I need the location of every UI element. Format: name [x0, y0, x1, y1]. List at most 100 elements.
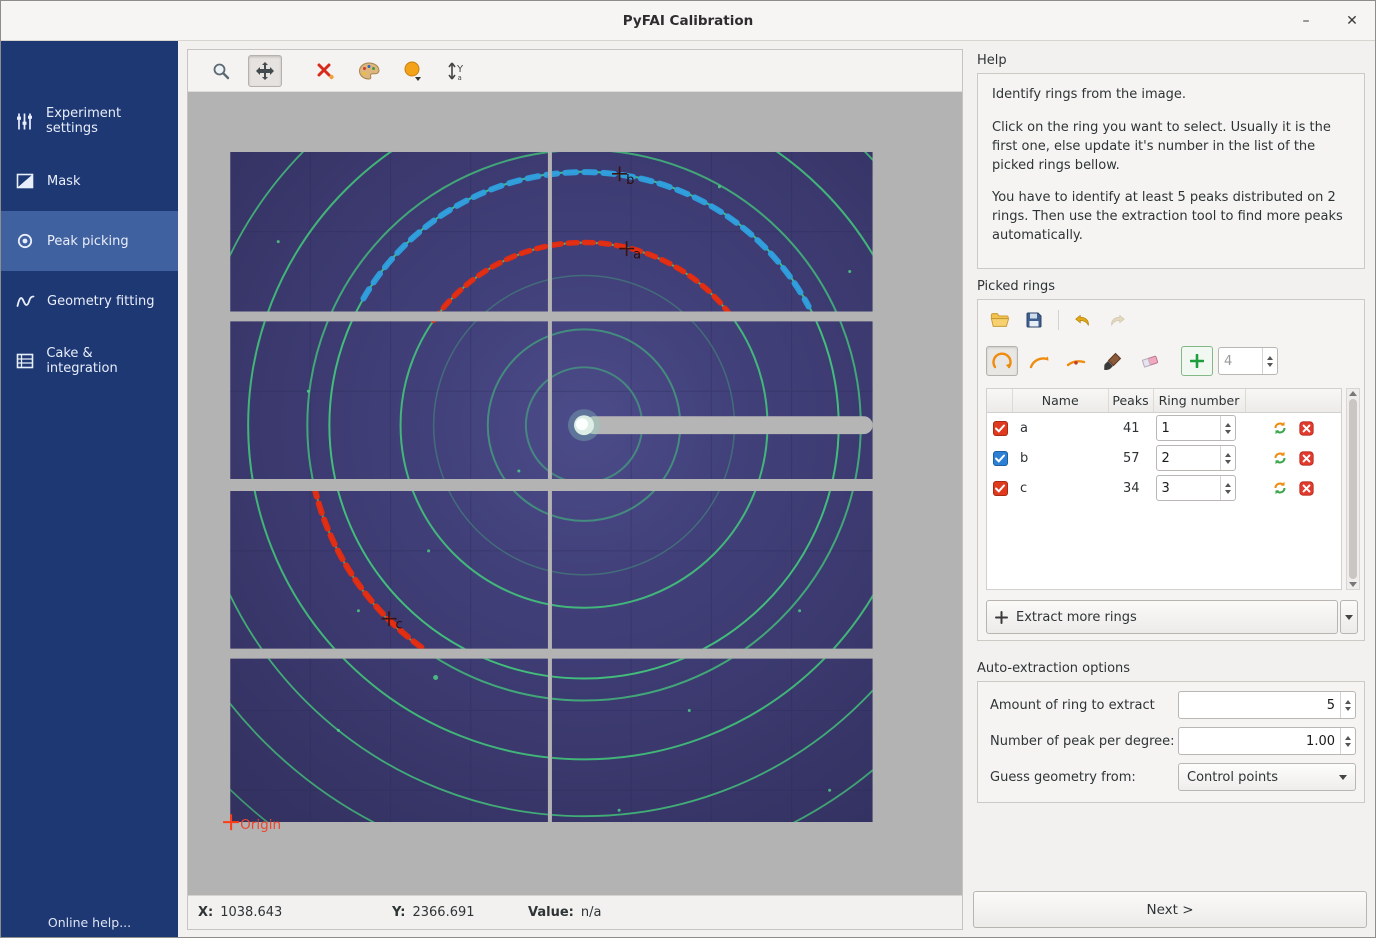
- red-cross-icon: [315, 61, 335, 81]
- recompute-ring-button[interactable]: [1270, 418, 1290, 438]
- new-ring-number-input[interactable]: [1219, 354, 1262, 369]
- y-axis-icon: Ya: [446, 60, 468, 82]
- ring-visible-checkbox[interactable]: [993, 481, 1008, 496]
- delete-ring-button[interactable]: [1297, 418, 1317, 438]
- ring-visible-checkbox[interactable]: [993, 451, 1008, 466]
- image-canvas[interactable]: a b c Origin: [188, 92, 962, 895]
- curve-icon: [15, 293, 35, 309]
- add-ring-button[interactable]: [1181, 346, 1213, 376]
- pick-arc-tool[interactable]: [1023, 346, 1055, 376]
- ring-visible-checkbox[interactable]: [993, 421, 1008, 436]
- new-ring-number-spinbox[interactable]: [1218, 347, 1278, 375]
- peaks-per-degree-input[interactable]: [1179, 734, 1340, 749]
- marker-color-button[interactable]: [396, 55, 430, 87]
- zoom-tool-button[interactable]: [204, 55, 238, 87]
- ring-number-spinbox[interactable]: [1156, 445, 1236, 471]
- auto-extraction-box: Amount of ring to extract Number of peak…: [977, 681, 1365, 803]
- help-paragraph: Identify rings from the image.: [992, 86, 1350, 105]
- pan-tool-button[interactable]: [248, 55, 282, 87]
- spin-arrows[interactable]: [1262, 348, 1277, 374]
- auto-extraction-section-title: Auto-extraction options: [977, 661, 1130, 676]
- check-icon: [994, 482, 1006, 494]
- header-peaks[interactable]: Peaks: [1109, 389, 1154, 412]
- minimize-button[interactable]: –: [1295, 10, 1317, 32]
- table-row[interactable]: c 34: [987, 473, 1341, 503]
- scrollbar-thumb[interactable]: [1349, 399, 1357, 579]
- guess-geometry-label: Guess geometry from:: [990, 770, 1136, 785]
- titlebar[interactable]: PyFAI Calibration – ✕: [1, 1, 1375, 41]
- ring-amount-spinbox[interactable]: [1178, 691, 1356, 719]
- diffraction-image[interactable]: a b c Origin: [188, 92, 962, 895]
- integration-icon: [15, 352, 34, 370]
- ring-number-input[interactable]: [1157, 481, 1220, 496]
- plus-icon: [1190, 354, 1204, 368]
- sidebar: Experiment settings Mask Peak picking Ge…: [1, 41, 178, 937]
- table-scrollbar[interactable]: [1346, 388, 1360, 590]
- sidebar-item-cake-integration[interactable]: Cake & integration: [1, 331, 178, 391]
- sidebar-item-geometry-fitting[interactable]: Geometry fitting: [1, 271, 178, 331]
- help-paragraph: Click on the ring you want to select. Us…: [992, 119, 1350, 176]
- extract-more-rings-button[interactable]: Extract more rings: [986, 600, 1338, 634]
- ring-number-spinbox[interactable]: [1156, 475, 1236, 501]
- help-section-title: Help: [977, 53, 1007, 68]
- table-row[interactable]: b 57: [987, 443, 1341, 473]
- close-button[interactable]: ✕: [1341, 10, 1363, 32]
- save-button[interactable]: [1024, 310, 1044, 330]
- scroll-up-arrow[interactable]: [1349, 391, 1357, 396]
- spin-arrows[interactable]: [1340, 728, 1355, 754]
- pyfai-window: { "window": { "title": "PyFAI Calibratio…: [0, 0, 1376, 938]
- brush-tool[interactable]: [1097, 346, 1129, 376]
- svg-text:a: a: [458, 74, 462, 82]
- refresh-icon: [1272, 450, 1288, 466]
- guess-geometry-combobox[interactable]: Control points: [1178, 763, 1356, 791]
- colormap-button[interactable]: [352, 55, 386, 87]
- delete-ring-button[interactable]: [1297, 478, 1317, 498]
- sidebar-item-mask[interactable]: Mask: [1, 151, 178, 211]
- small-arc-icon: [1065, 351, 1087, 371]
- ring-number-spinbox[interactable]: [1156, 415, 1236, 441]
- header-name[interactable]: Name: [1013, 389, 1109, 412]
- peaks-per-degree-spinbox[interactable]: [1178, 727, 1356, 755]
- delete-ring-button[interactable]: [1297, 448, 1317, 468]
- pick-full-ring-tool[interactable]: [986, 346, 1018, 376]
- refresh-icon: [1272, 420, 1288, 436]
- extract-options-dropdown[interactable]: [1340, 600, 1358, 634]
- table-row[interactable]: a 41: [987, 413, 1341, 443]
- recompute-ring-button[interactable]: [1270, 448, 1290, 468]
- scroll-down-arrow[interactable]: [1349, 582, 1357, 587]
- open-file-button[interactable]: [990, 310, 1010, 330]
- guess-geometry-value: Control points: [1187, 770, 1278, 785]
- marker-c-label: c: [396, 618, 403, 633]
- online-help-link[interactable]: Online help...: [1, 915, 178, 930]
- ring-number-input[interactable]: [1157, 421, 1220, 436]
- status-y-label: Y:: [392, 905, 405, 920]
- status-y-value: 2366.691: [412, 905, 474, 920]
- picked-rings-section-title: Picked rings: [977, 279, 1055, 294]
- window-title: PyFAI Calibration: [623, 13, 753, 29]
- sidebar-item-experiment-settings[interactable]: Experiment settings: [1, 91, 178, 151]
- sidebar-item-peak-picking[interactable]: Peak picking: [1, 211, 178, 271]
- redo-button[interactable]: [1107, 310, 1127, 330]
- check-icon: [994, 422, 1006, 434]
- eraser-tool[interactable]: [1134, 346, 1166, 376]
- image-toolbar: Ya: [188, 50, 962, 92]
- spin-arrows[interactable]: [1340, 692, 1355, 718]
- ring-amount-input[interactable]: [1179, 698, 1340, 713]
- marker-b-label: b: [626, 173, 634, 188]
- picked-rings-box: Name Peaks Ring number a 41 b 57: [977, 299, 1365, 641]
- undo-button[interactable]: [1073, 310, 1093, 330]
- floppy-save-icon: [1025, 311, 1043, 329]
- clear-markers-button[interactable]: [308, 55, 342, 87]
- axis-orientation-button[interactable]: Ya: [440, 55, 474, 87]
- recompute-ring-button[interactable]: [1270, 478, 1290, 498]
- pick-peak-tool[interactable]: [1060, 346, 1092, 376]
- ring-name: b: [1013, 451, 1109, 466]
- ring-name: a: [1013, 421, 1109, 436]
- next-button[interactable]: Next >: [973, 891, 1367, 928]
- spin-arrows[interactable]: [1220, 416, 1235, 440]
- spin-arrows[interactable]: [1220, 446, 1235, 470]
- spin-arrows[interactable]: [1220, 476, 1235, 500]
- statusbar: X: 1038.643 Y: 2366.691 Value: n/a: [188, 895, 962, 929]
- header-ring-number[interactable]: Ring number: [1154, 389, 1246, 412]
- ring-number-input[interactable]: [1157, 451, 1220, 466]
